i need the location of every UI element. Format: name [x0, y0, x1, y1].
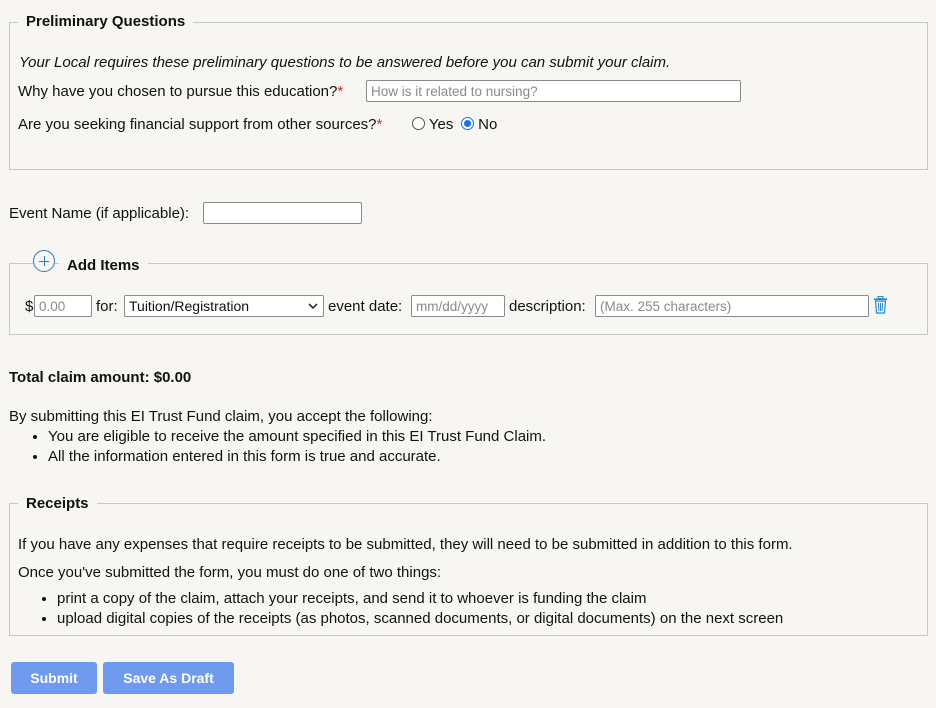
list-item: You are eligible to receive the amount s… — [48, 427, 546, 447]
for-label: for: — [96, 298, 118, 315]
required-marker: * — [376, 116, 383, 133]
expense-type-value: Tuition/Registration — [129, 298, 250, 314]
submit-button[interactable]: Submit — [11, 662, 97, 694]
event-name-input[interactable] — [203, 202, 362, 224]
why-question-text: Why have you chosen to pursue this educa… — [18, 83, 338, 100]
terms-list: You are eligible to receive the amount s… — [28, 427, 546, 466]
event-date-label: event date: — [328, 298, 403, 315]
description-input[interactable] — [595, 295, 869, 317]
event-name-label: Event Name (if applicable): — [9, 205, 190, 222]
currency-symbol: $ — [25, 298, 34, 315]
receipts-legend: Receipts — [18, 495, 97, 512]
add-item-plus-icon[interactable] — [33, 250, 55, 272]
total-claim-amount: Total claim amount: $0.00 — [9, 369, 192, 386]
receipts-para-1: If you have any expenses that require re… — [18, 536, 793, 553]
add-items-legend: Add Items — [59, 257, 148, 274]
trash-icon[interactable] — [873, 296, 888, 314]
list-item: upload digital copies of the receipts (a… — [57, 609, 783, 629]
required-marker: * — [337, 83, 344, 100]
save-as-draft-button[interactable]: Save As Draft — [103, 662, 234, 694]
amount-input[interactable] — [34, 295, 92, 317]
description-label: description: — [509, 298, 586, 315]
financial-question-text: Are you seeking financial support from o… — [18, 116, 377, 133]
preliminary-questions-legend: Preliminary Questions — [18, 13, 194, 30]
why-education-input[interactable] — [366, 80, 741, 102]
receipts-list: print a copy of the claim, attach your r… — [37, 589, 783, 628]
financial-no-option[interactable]: No — [461, 116, 497, 133]
terms-intro: By submitting this EI Trust Fund claim, … — [9, 408, 433, 425]
receipts-para-2: Once you've submitted the form, you must… — [18, 564, 442, 581]
financial-yes-option[interactable]: Yes — [412, 116, 453, 133]
no-label: No — [478, 116, 498, 133]
list-item: print a copy of the claim, attach your r… — [57, 589, 783, 609]
event-date-input[interactable] — [411, 295, 505, 317]
no-radio[interactable] — [461, 117, 474, 130]
financial-question-label: Are you seeking financial support from o… — [18, 116, 382, 133]
expense-type-select[interactable]: Tuition/Registration — [124, 295, 324, 317]
list-item: All the information entered in this form… — [48, 447, 546, 467]
why-question-label: Why have you chosen to pursue this educa… — [18, 83, 343, 100]
yes-radio[interactable] — [412, 117, 425, 130]
preliminary-intro: Your Local requires these preliminary qu… — [19, 54, 671, 71]
chevron-down-icon — [308, 303, 318, 310]
yes-label: Yes — [428, 116, 454, 133]
